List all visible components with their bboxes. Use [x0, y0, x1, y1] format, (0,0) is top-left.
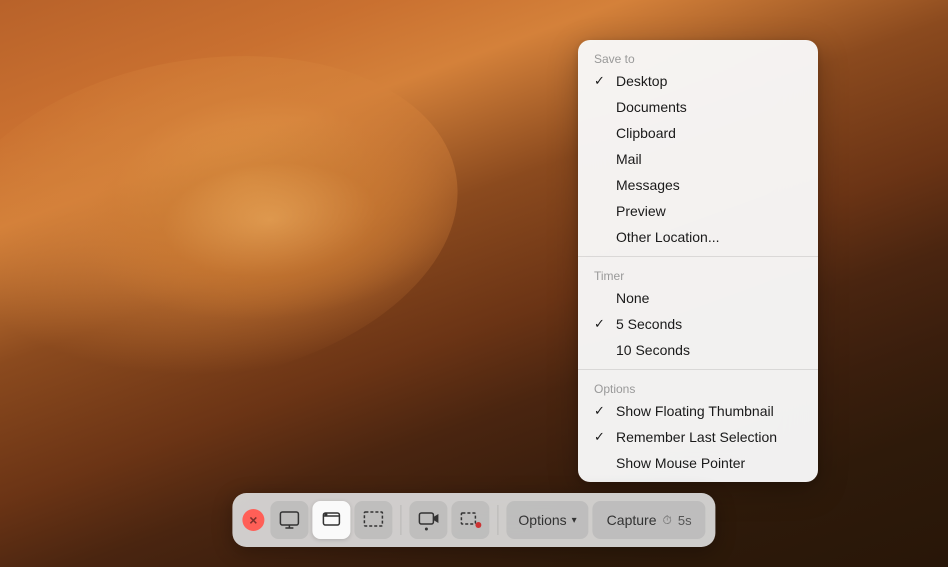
- menu-item-desktop-label: Desktop: [616, 73, 802, 89]
- capture-window-icon: [320, 509, 342, 531]
- close-button[interactable]: [242, 509, 264, 531]
- menu-item-documents[interactable]: Documents: [578, 94, 818, 120]
- timer-icon: ⏱: [662, 513, 671, 528]
- menu-item-pointer-label: Show Mouse Pointer: [616, 455, 802, 471]
- options-button[interactable]: Options ▾: [506, 501, 588, 539]
- menu-item-remember-selection[interactable]: ✓ Remember Last Selection: [578, 424, 818, 450]
- record-selection-icon: [459, 509, 481, 531]
- menu-item-clipboard-label: Clipboard: [616, 125, 802, 141]
- chevron-down-icon: ▾: [572, 515, 577, 526]
- capture-selection-button[interactable]: [354, 501, 392, 539]
- checkmark-thumbnail: ✓: [594, 403, 610, 419]
- checkmark-remember: ✓: [594, 429, 610, 445]
- menu-item-thumbnail-label: Show Floating Thumbnail: [616, 403, 802, 419]
- menu-item-timer-none-label: None: [616, 290, 802, 306]
- menu-item-other-label: Other Location...: [616, 229, 802, 245]
- menu-item-clipboard[interactable]: Clipboard: [578, 120, 818, 146]
- menu-item-mail-label: Mail: [616, 151, 802, 167]
- menu-item-timer-none[interactable]: None: [578, 285, 818, 311]
- screenshot-toolbar: Options ▾ Capture ⏱ 5s: [232, 493, 715, 547]
- menu-item-desktop[interactable]: ✓ Desktop: [578, 68, 818, 94]
- capture-selection-icon: [362, 509, 384, 531]
- menu-item-timer-10s[interactable]: 10 Seconds: [578, 337, 818, 363]
- saveto-section-label: Save to: [578, 46, 818, 68]
- timer-section: Timer None ✓ 5 Seconds 10 Seconds: [578, 256, 818, 369]
- toolbar-divider-2: [497, 505, 498, 535]
- timer-section-label: Timer: [578, 263, 818, 285]
- checkmark-desktop: ✓: [594, 73, 610, 89]
- menu-item-show-thumbnail[interactable]: ✓ Show Floating Thumbnail: [578, 398, 818, 424]
- menu-item-show-pointer[interactable]: Show Mouse Pointer: [578, 450, 818, 476]
- menu-item-timer-10s-label: 10 Seconds: [616, 342, 802, 358]
- options-section-label: Options: [578, 376, 818, 398]
- capture-screen-icon: [278, 509, 300, 531]
- menu-item-documents-label: Documents: [616, 99, 802, 115]
- checkmark-timer-5s: ✓: [594, 316, 610, 332]
- capture-button-label: Capture: [607, 512, 657, 528]
- capture-button[interactable]: Capture ⏱ 5s: [593, 501, 706, 539]
- record-screen-icon: [417, 509, 439, 531]
- capture-window-button[interactable]: [312, 501, 350, 539]
- capture-timer-text: 5s: [678, 513, 692, 528]
- menu-item-remember-label: Remember Last Selection: [616, 429, 802, 445]
- menu-item-preview-label: Preview: [616, 203, 802, 219]
- options-section: Options ✓ Show Floating Thumbnail ✓ Reme…: [578, 369, 818, 482]
- menu-item-mail[interactable]: Mail: [578, 146, 818, 172]
- menu-item-timer-5s-label: 5 Seconds: [616, 316, 802, 332]
- toolbar-divider-1: [400, 505, 401, 535]
- menu-item-messages-label: Messages: [616, 177, 802, 193]
- capture-screen-button[interactable]: [270, 501, 308, 539]
- menu-item-other-location[interactable]: Other Location...: [578, 224, 818, 250]
- menu-item-messages[interactable]: Messages: [578, 172, 818, 198]
- options-button-label: Options: [518, 512, 566, 528]
- saveto-section: Save to ✓ Desktop Documents Clipboard Ma…: [578, 40, 818, 256]
- record-selection-button[interactable]: [451, 501, 489, 539]
- menu-item-timer-5s[interactable]: ✓ 5 Seconds: [578, 311, 818, 337]
- record-screen-button[interactable]: [409, 501, 447, 539]
- options-dropdown-menu: Save to ✓ Desktop Documents Clipboard Ma…: [578, 40, 818, 482]
- menu-item-preview[interactable]: Preview: [578, 198, 818, 224]
